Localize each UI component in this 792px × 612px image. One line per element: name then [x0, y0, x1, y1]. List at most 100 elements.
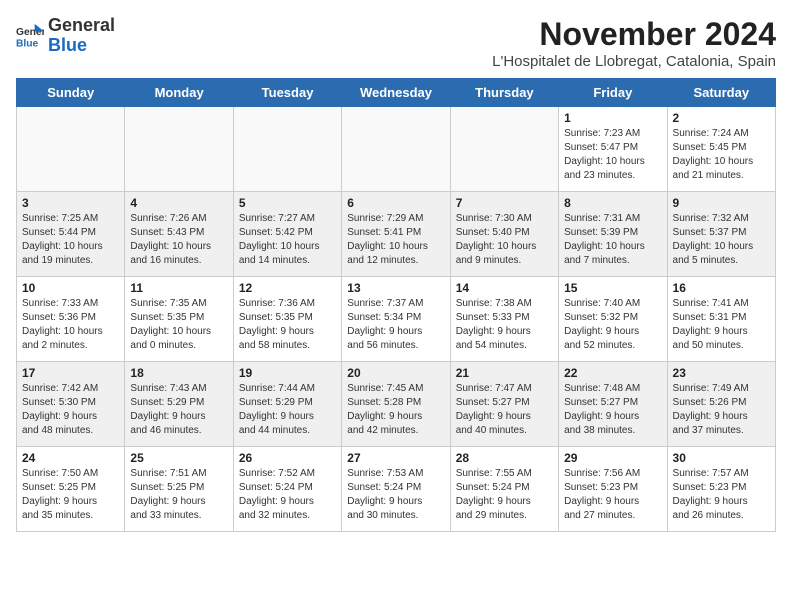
day-info: Sunrise: 7:24 AM Sunset: 5:45 PM Dayligh… [673, 127, 770, 183]
weekday-header: Tuesday [233, 79, 341, 107]
day-info: Sunrise: 7:33 AM Sunset: 5:36 PM Dayligh… [22, 297, 119, 353]
calendar-day-cell [342, 107, 450, 192]
day-number: 10 [22, 281, 119, 295]
weekday-header: Thursday [450, 79, 558, 107]
day-info: Sunrise: 7:43 AM Sunset: 5:29 PM Dayligh… [130, 382, 227, 438]
calendar-day-cell: 2 Sunrise: 7:24 AM Sunset: 5:45 PM Daylig… [667, 107, 775, 192]
weekday-header: Sunday [17, 79, 125, 107]
day-number: 7 [456, 196, 553, 210]
day-number: 3 [22, 196, 119, 210]
month-title: November 2024 [492, 16, 776, 53]
day-number: 25 [130, 451, 227, 465]
calendar-day-cell: 27Sunrise: 7:53 AM Sunset: 5:24 PM Dayli… [342, 447, 450, 532]
calendar-table: SundayMondayTuesdayWednesdayThursdayFrid… [16, 78, 776, 532]
day-number: 4 [130, 196, 227, 210]
logo: General Blue General Blue [16, 16, 115, 56]
svg-text:Blue: Blue [16, 38, 39, 49]
calendar-day-cell: 14 Sunrise: 7:38 AM Sunset: 5:33 PM Dayli… [450, 277, 558, 362]
day-info: Sunrise: 7:25 AM Sunset: 5:44 PM Dayligh… [22, 212, 119, 268]
day-number: 28 [456, 451, 553, 465]
day-info: Sunrise: 7:36 AM Sunset: 5:35 PM Dayligh… [239, 297, 336, 353]
day-info: Sunrise: 7:38 AM Sunset: 5:33 PM Dayligh… [456, 297, 553, 353]
day-info: Sunrise: 7:47 AM Sunset: 5:27 PM Dayligh… [456, 382, 553, 438]
calendar-week-row: 10 Sunrise: 7:33 AM Sunset: 5:36 PM Dayli… [17, 277, 776, 362]
weekday-header: Saturday [667, 79, 775, 107]
day-info: Sunrise: 7:48 AM Sunset: 5:27 PM Dayligh… [564, 382, 661, 438]
day-number: 9 [673, 196, 770, 210]
logo-icon: General Blue [16, 22, 44, 50]
day-number: 6 [347, 196, 444, 210]
day-info: Sunrise: 7:56 AM Sunset: 5:23 PM Dayligh… [564, 467, 661, 523]
calendar-day-cell: 23 Sunrise: 7:49 AM Sunset: 5:26 PM Dayli… [667, 362, 775, 447]
calendar-day-cell: 29Sunrise: 7:56 AM Sunset: 5:23 PM Dayli… [559, 447, 667, 532]
location: L'Hospitalet de Llobregat, Catalonia, Sp… [492, 53, 776, 70]
calendar-day-cell: 13Sunrise: 7:37 AM Sunset: 5:34 PM Dayli… [342, 277, 450, 362]
weekday-header: Wednesday [342, 79, 450, 107]
calendar-day-cell: 10 Sunrise: 7:33 AM Sunset: 5:36 PM Dayli… [17, 277, 125, 362]
logo-text: General Blue [48, 16, 115, 56]
calendar-day-cell: 6 Sunrise: 7:29 AM Sunset: 5:41 PM Daylig… [342, 192, 450, 277]
calendar-day-cell: 20Sunrise: 7:45 AM Sunset: 5:28 PM Dayli… [342, 362, 450, 447]
calendar-week-row: 1 Sunrise: 7:23 AM Sunset: 5:47 PM Daylig… [17, 107, 776, 192]
day-info: Sunrise: 7:35 AM Sunset: 5:35 PM Dayligh… [130, 297, 227, 353]
day-info: Sunrise: 7:31 AM Sunset: 5:39 PM Dayligh… [564, 212, 661, 268]
calendar-day-cell: 21 Sunrise: 7:47 AM Sunset: 5:27 PM Dayli… [450, 362, 558, 447]
calendar-day-cell: 18 Sunrise: 7:43 AM Sunset: 5:29 PM Dayli… [125, 362, 233, 447]
day-number: 16 [673, 281, 770, 295]
day-number: 22 [564, 366, 661, 380]
page-header: General Blue General Blue November 2024 … [16, 16, 776, 70]
calendar-day-cell: 7 Sunrise: 7:30 AM Sunset: 5:40 PM Daylig… [450, 192, 558, 277]
day-number: 18 [130, 366, 227, 380]
calendar-day-cell: 4Sunrise: 7:26 AM Sunset: 5:43 PM Daylig… [125, 192, 233, 277]
day-info: Sunrise: 7:55 AM Sunset: 5:24 PM Dayligh… [456, 467, 553, 523]
calendar-day-cell: 24Sunrise: 7:50 AM Sunset: 5:25 PM Dayli… [17, 447, 125, 532]
calendar-day-cell: 22 Sunrise: 7:48 AM Sunset: 5:27 PM Dayli… [559, 362, 667, 447]
day-number: 19 [239, 366, 336, 380]
calendar-day-cell [450, 107, 558, 192]
day-number: 30 [673, 451, 770, 465]
day-number: 14 [456, 281, 553, 295]
day-number: 21 [456, 366, 553, 380]
day-info: Sunrise: 7:57 AM Sunset: 5:23 PM Dayligh… [673, 467, 770, 523]
weekday-header: Monday [125, 79, 233, 107]
calendar-day-cell: 16 Sunrise: 7:41 AM Sunset: 5:31 PM Dayli… [667, 277, 775, 362]
day-number: 1 [564, 111, 661, 125]
day-info: Sunrise: 7:53 AM Sunset: 5:24 PM Dayligh… [347, 467, 444, 523]
day-info: Sunrise: 7:29 AM Sunset: 5:41 PM Dayligh… [347, 212, 444, 268]
day-info: Sunrise: 7:23 AM Sunset: 5:47 PM Dayligh… [564, 127, 661, 183]
calendar-day-cell [233, 107, 341, 192]
calendar-day-cell [125, 107, 233, 192]
calendar-day-cell: 15 Sunrise: 7:40 AM Sunset: 5:32 PM Dayli… [559, 277, 667, 362]
day-number: 17 [22, 366, 119, 380]
day-number: 20 [347, 366, 444, 380]
day-info: Sunrise: 7:51 AM Sunset: 5:25 PM Dayligh… [130, 467, 227, 523]
day-info: Sunrise: 7:44 AM Sunset: 5:29 PM Dayligh… [239, 382, 336, 438]
calendar-day-cell: 1 Sunrise: 7:23 AM Sunset: 5:47 PM Daylig… [559, 107, 667, 192]
day-number: 5 [239, 196, 336, 210]
calendar-day-cell: 8 Sunrise: 7:31 AM Sunset: 5:39 PM Daylig… [559, 192, 667, 277]
calendar-day-cell: 3 Sunrise: 7:25 AM Sunset: 5:44 PM Daylig… [17, 192, 125, 277]
calendar-day-cell: 30 Sunrise: 7:57 AM Sunset: 5:23 PM Dayli… [667, 447, 775, 532]
day-info: Sunrise: 7:27 AM Sunset: 5:42 PM Dayligh… [239, 212, 336, 268]
day-number: 23 [673, 366, 770, 380]
day-number: 2 [673, 111, 770, 125]
day-info: Sunrise: 7:30 AM Sunset: 5:40 PM Dayligh… [456, 212, 553, 268]
day-number: 13 [347, 281, 444, 295]
calendar-day-cell: 9Sunrise: 7:32 AM Sunset: 5:37 PM Daylig… [667, 192, 775, 277]
day-info: Sunrise: 7:41 AM Sunset: 5:31 PM Dayligh… [673, 297, 770, 353]
day-number: 12 [239, 281, 336, 295]
day-info: Sunrise: 7:50 AM Sunset: 5:25 PM Dayligh… [22, 467, 119, 523]
title-block: November 2024 L'Hospitalet de Llobregat,… [492, 16, 776, 70]
day-number: 8 [564, 196, 661, 210]
day-number: 11 [130, 281, 227, 295]
calendar-day-cell: 19 Sunrise: 7:44 AM Sunset: 5:29 PM Dayli… [233, 362, 341, 447]
day-info: Sunrise: 7:49 AM Sunset: 5:26 PM Dayligh… [673, 382, 770, 438]
calendar-day-cell: 11 Sunrise: 7:35 AM Sunset: 5:35 PM Dayli… [125, 277, 233, 362]
calendar-day-cell: 17Sunrise: 7:42 AM Sunset: 5:30 PM Dayli… [17, 362, 125, 447]
day-info: Sunrise: 7:40 AM Sunset: 5:32 PM Dayligh… [564, 297, 661, 353]
day-number: 15 [564, 281, 661, 295]
calendar-day-cell: 12 Sunrise: 7:36 AM Sunset: 5:35 PM Dayli… [233, 277, 341, 362]
calendar-week-row: 3 Sunrise: 7:25 AM Sunset: 5:44 PM Daylig… [17, 192, 776, 277]
calendar-day-cell [17, 107, 125, 192]
day-info: Sunrise: 7:52 AM Sunset: 5:24 PM Dayligh… [239, 467, 336, 523]
